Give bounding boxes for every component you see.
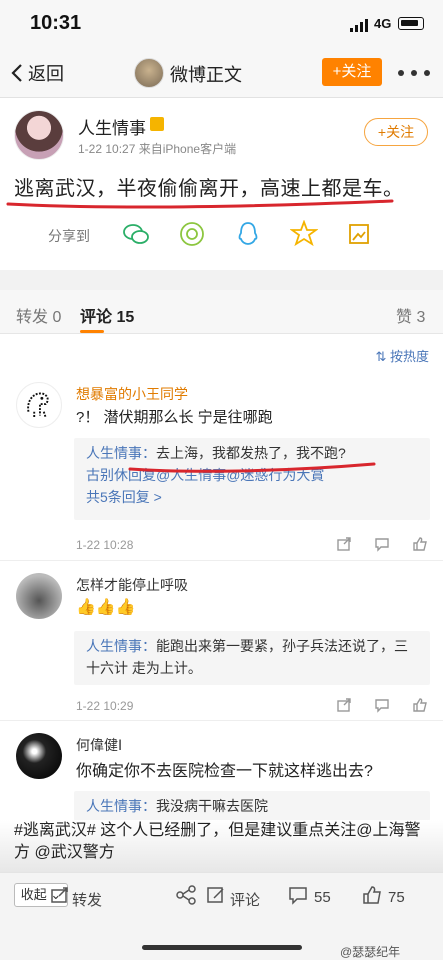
- status-time: 10:31: [30, 12, 82, 34]
- comment-time: 1-22 10:29: [76, 699, 134, 713]
- qq-icon[interactable]: [234, 220, 262, 248]
- chevron-left-icon: [11, 64, 22, 82]
- status-bar: 10:31 4G: [0, 0, 443, 48]
- reply-line: 人生情事：我没病干嘛去医院: [74, 795, 430, 817]
- reply-box[interactable]: 人生情事：我没病干嘛去医院: [74, 791, 430, 821]
- red-underline-annotation: [6, 199, 394, 209]
- comment-icon[interactable]: [374, 697, 390, 713]
- like-icon[interactable]: [362, 885, 382, 905]
- repost-button[interactable]: 转发: [72, 889, 102, 910]
- red-underline-annotation: [128, 462, 376, 473]
- active-tab-indicator: [80, 330, 104, 333]
- back-label: 返回: [28, 64, 64, 84]
- save-image-icon[interactable]: [346, 220, 374, 248]
- reply-author: 人生情事：: [86, 445, 156, 461]
- like-icon[interactable]: [412, 536, 428, 552]
- page-title: 微博正文: [170, 65, 242, 85]
- reply-text: 我没病干嘛去医院: [156, 798, 268, 814]
- comment-time: 1-22 10:28: [76, 538, 134, 552]
- network-label: 4G: [374, 16, 392, 31]
- share-label: 分享到: [48, 228, 90, 244]
- share-nodes-icon[interactable]: [176, 885, 196, 905]
- comment-item: 何偉健Ⅰ 你确定你不去医院检查一下就这样逃出去? 人生情事：我没病干嘛去医院: [0, 720, 443, 821]
- author-avatar[interactable]: [14, 110, 64, 160]
- comment-text: 👍👍👍: [76, 599, 136, 616]
- comment-actions: [336, 536, 432, 554]
- reply-author: 人生情事：: [86, 638, 156, 654]
- comment-item: 怎样才能停止呼吸 👍👍👍 人生情事：能跑出来第一要紧，孙子兵法还说了，三十六计 …: [0, 560, 443, 720]
- commenter-avatar[interactable]: [16, 733, 62, 779]
- reply-author: 人生情事：: [86, 798, 156, 814]
- reply-box[interactable]: 人生情事：去上海，我都发热了，我不跑? 古别休回复@人生情事@迷惑行为大賞 共5…: [74, 438, 430, 520]
- sort-label: 按热度: [389, 349, 429, 364]
- comment-tabs: 转发 0 评论 15 赞 3: [0, 290, 443, 334]
- repost-icon[interactable]: [50, 885, 70, 905]
- reply-line: 人生情事：能跑出来第一要紧，孙子兵法还说了，三十六计 走为上计。: [74, 635, 430, 679]
- comment-text: ?！ 潜伏期那么长 宁是往哪跑: [76, 409, 273, 426]
- more-replies-link[interactable]: 共5条回复 >: [74, 486, 430, 508]
- comment-button[interactable]: 评论: [230, 889, 260, 910]
- comment-count: 55: [314, 889, 331, 906]
- reply-box[interactable]: 人生情事：能跑出来第一要紧，孙子兵法还说了，三十六计 走为上计。: [74, 631, 430, 685]
- like-icon[interactable]: [412, 697, 428, 713]
- edit-comment-icon[interactable]: [206, 885, 226, 905]
- tab-like[interactable]: 赞 3: [396, 303, 425, 327]
- caption-overlay: #逃离武汉# 这个人已经删了，但是建议重点关注@上海警方 @武汉警方: [0, 820, 443, 872]
- signal-icon: [350, 18, 370, 32]
- qzone-icon[interactable]: [290, 220, 318, 248]
- share-icons: [122, 220, 382, 248]
- comment-actions: [336, 697, 432, 715]
- nav-avatar[interactable]: [134, 58, 164, 88]
- watermark: @瑟瑟纪年: [340, 945, 401, 959]
- share-icon[interactable]: [336, 697, 352, 713]
- home-indicator[interactable]: [142, 945, 302, 950]
- sort-button[interactable]: ⇅ 按热度: [375, 346, 429, 365]
- bottom-toolbar: 收起 ⌄ 转发 评论 55 75 @瑟瑟纪年: [0, 872, 443, 960]
- commenter-name[interactable]: 何偉健Ⅰ: [76, 735, 122, 755]
- commenter-avatar[interactable]: [16, 382, 62, 428]
- author-name[interactable]: 人生情事: [78, 114, 146, 139]
- share-icon[interactable]: [336, 536, 352, 552]
- caption-text: #逃离武汉# 这个人已经删了，但是建议重点关注@上海警方 @武汉警方: [14, 822, 421, 861]
- commenter-name[interactable]: 想暴富的小王同学: [76, 384, 188, 404]
- back-button[interactable]: 返回: [10, 60, 64, 86]
- comment-item: 想暴富的小王同学 ?！ 潜伏期那么长 宁是往哪跑 人生情事：去上海，我都发热了，…: [0, 374, 443, 560]
- post-meta: 1-22 10:27 来自iPhone客户端: [78, 142, 237, 156]
- battery-icon: [398, 17, 424, 30]
- follow-button[interactable]: +关注: [364, 118, 428, 146]
- more-icon[interactable]: [398, 70, 432, 76]
- commenter-avatar[interactable]: [16, 573, 62, 619]
- post-card: 人生情事 1-22 10:27 来自iPhone客户端 +关注 逃离武汉，半夜偷…: [0, 98, 443, 270]
- comment-icon[interactable]: [374, 536, 390, 552]
- reply-text: 去上海，我都发热了，我不跑?: [156, 445, 346, 461]
- vip-badge-icon: [150, 117, 164, 131]
- comment-text: 你确定你不去医院检查一下就这样逃出去?: [76, 763, 373, 780]
- collapse-label: 收起: [20, 887, 47, 902]
- nav-bar: 返回 微博正文 +关注: [0, 48, 443, 98]
- like-count: 75: [388, 889, 405, 906]
- tab-repost[interactable]: 转发 0: [16, 303, 61, 327]
- comment-count-icon[interactable]: [288, 885, 308, 905]
- moments-icon[interactable]: [178, 220, 206, 248]
- tab-comment[interactable]: 评论 15: [80, 303, 134, 327]
- nav-follow-button[interactable]: +关注: [322, 58, 382, 86]
- commenter-name[interactable]: 怎样才能停止呼吸: [76, 575, 188, 595]
- sort-bar: ⇅ 按热度: [0, 334, 443, 374]
- wechat-icon[interactable]: [122, 220, 150, 248]
